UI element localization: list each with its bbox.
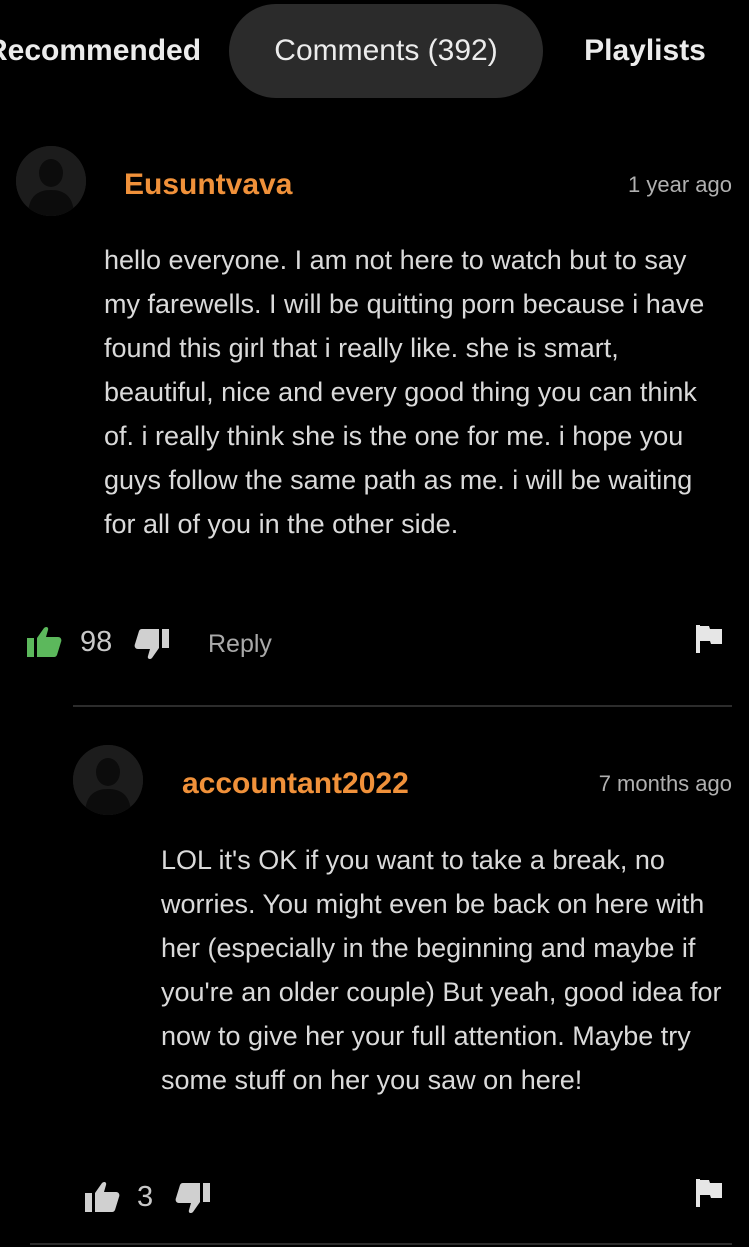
- tab-bar: Recommended Comments (392) Playlists: [0, 0, 749, 100]
- tab-comments-label: Comments (392): [274, 34, 498, 67]
- comment-timestamp: 7 months ago: [598, 771, 732, 796]
- flag-icon[interactable]: [695, 1178, 723, 1208]
- thumbs-up-icon[interactable]: [84, 1181, 120, 1213]
- divider: [73, 705, 732, 707]
- user-silhouette-icon: [73, 745, 143, 815]
- divider: [30, 1243, 732, 1245]
- tab-playlists[interactable]: Playlists: [558, 4, 732, 98]
- thumbs-down-icon[interactable]: [175, 1182, 211, 1214]
- comment-timestamp: 1 year ago: [628, 172, 732, 197]
- comment-body: hello everyone. I am not here to watch b…: [104, 245, 705, 539]
- user-silhouette-icon: [16, 146, 86, 216]
- like-count: 3: [137, 1181, 154, 1213]
- avatar[interactable]: [16, 146, 86, 216]
- tab-playlists-label: Playlists: [584, 34, 706, 67]
- reply-button[interactable]: Reply: [208, 630, 272, 659]
- tab-comments[interactable]: Comments (392): [229, 4, 543, 98]
- flag-icon[interactable]: [695, 624, 723, 654]
- thumbs-down-icon[interactable]: [134, 628, 170, 660]
- comment-username[interactable]: Eusuntvava: [124, 168, 292, 202]
- like-count: 98: [80, 626, 113, 658]
- comment-username[interactable]: accountant2022: [182, 767, 409, 801]
- tab-recommended-label: Recommended: [0, 34, 202, 67]
- comment-body: LOL it's OK if you want to take a break,…: [161, 845, 722, 1095]
- thumbs-up-icon[interactable]: [26, 626, 62, 658]
- tab-recommended[interactable]: Recommended: [0, 4, 206, 98]
- avatar[interactable]: [73, 745, 143, 815]
